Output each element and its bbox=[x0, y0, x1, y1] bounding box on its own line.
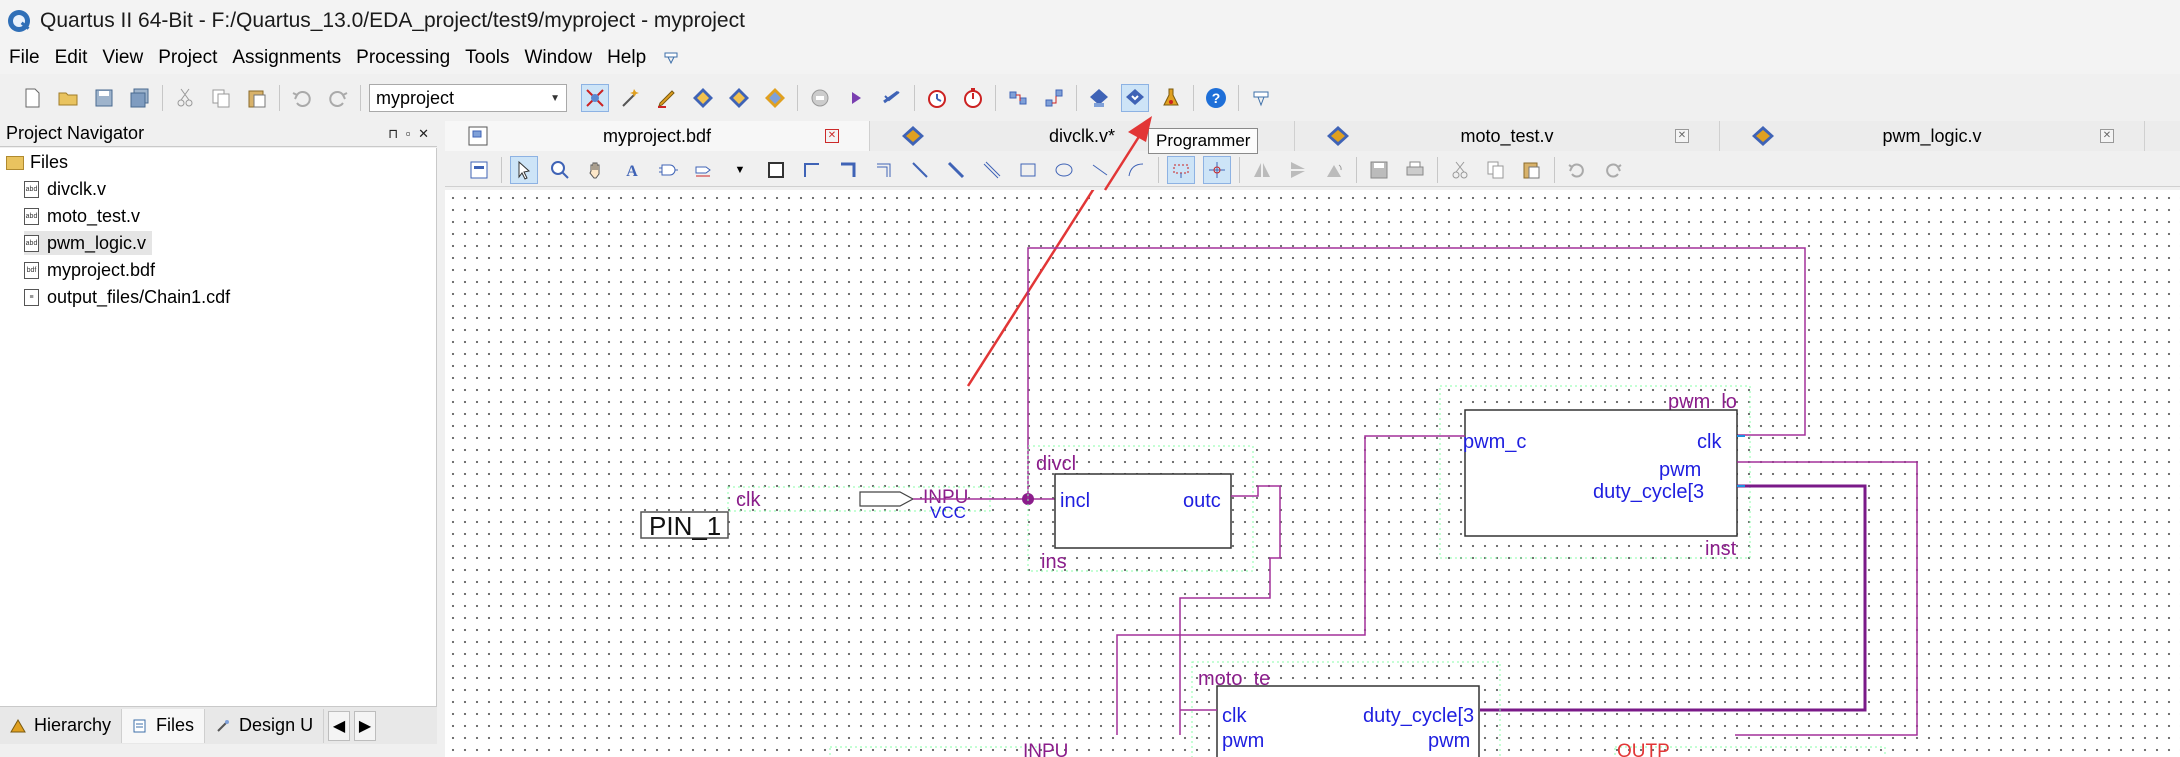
annotation-arrow-line bbox=[1103, 134, 1142, 191]
annotation-arrow-overlay bbox=[1103, 116, 1152, 191]
annotation-arrow-head bbox=[1128, 116, 1152, 142]
